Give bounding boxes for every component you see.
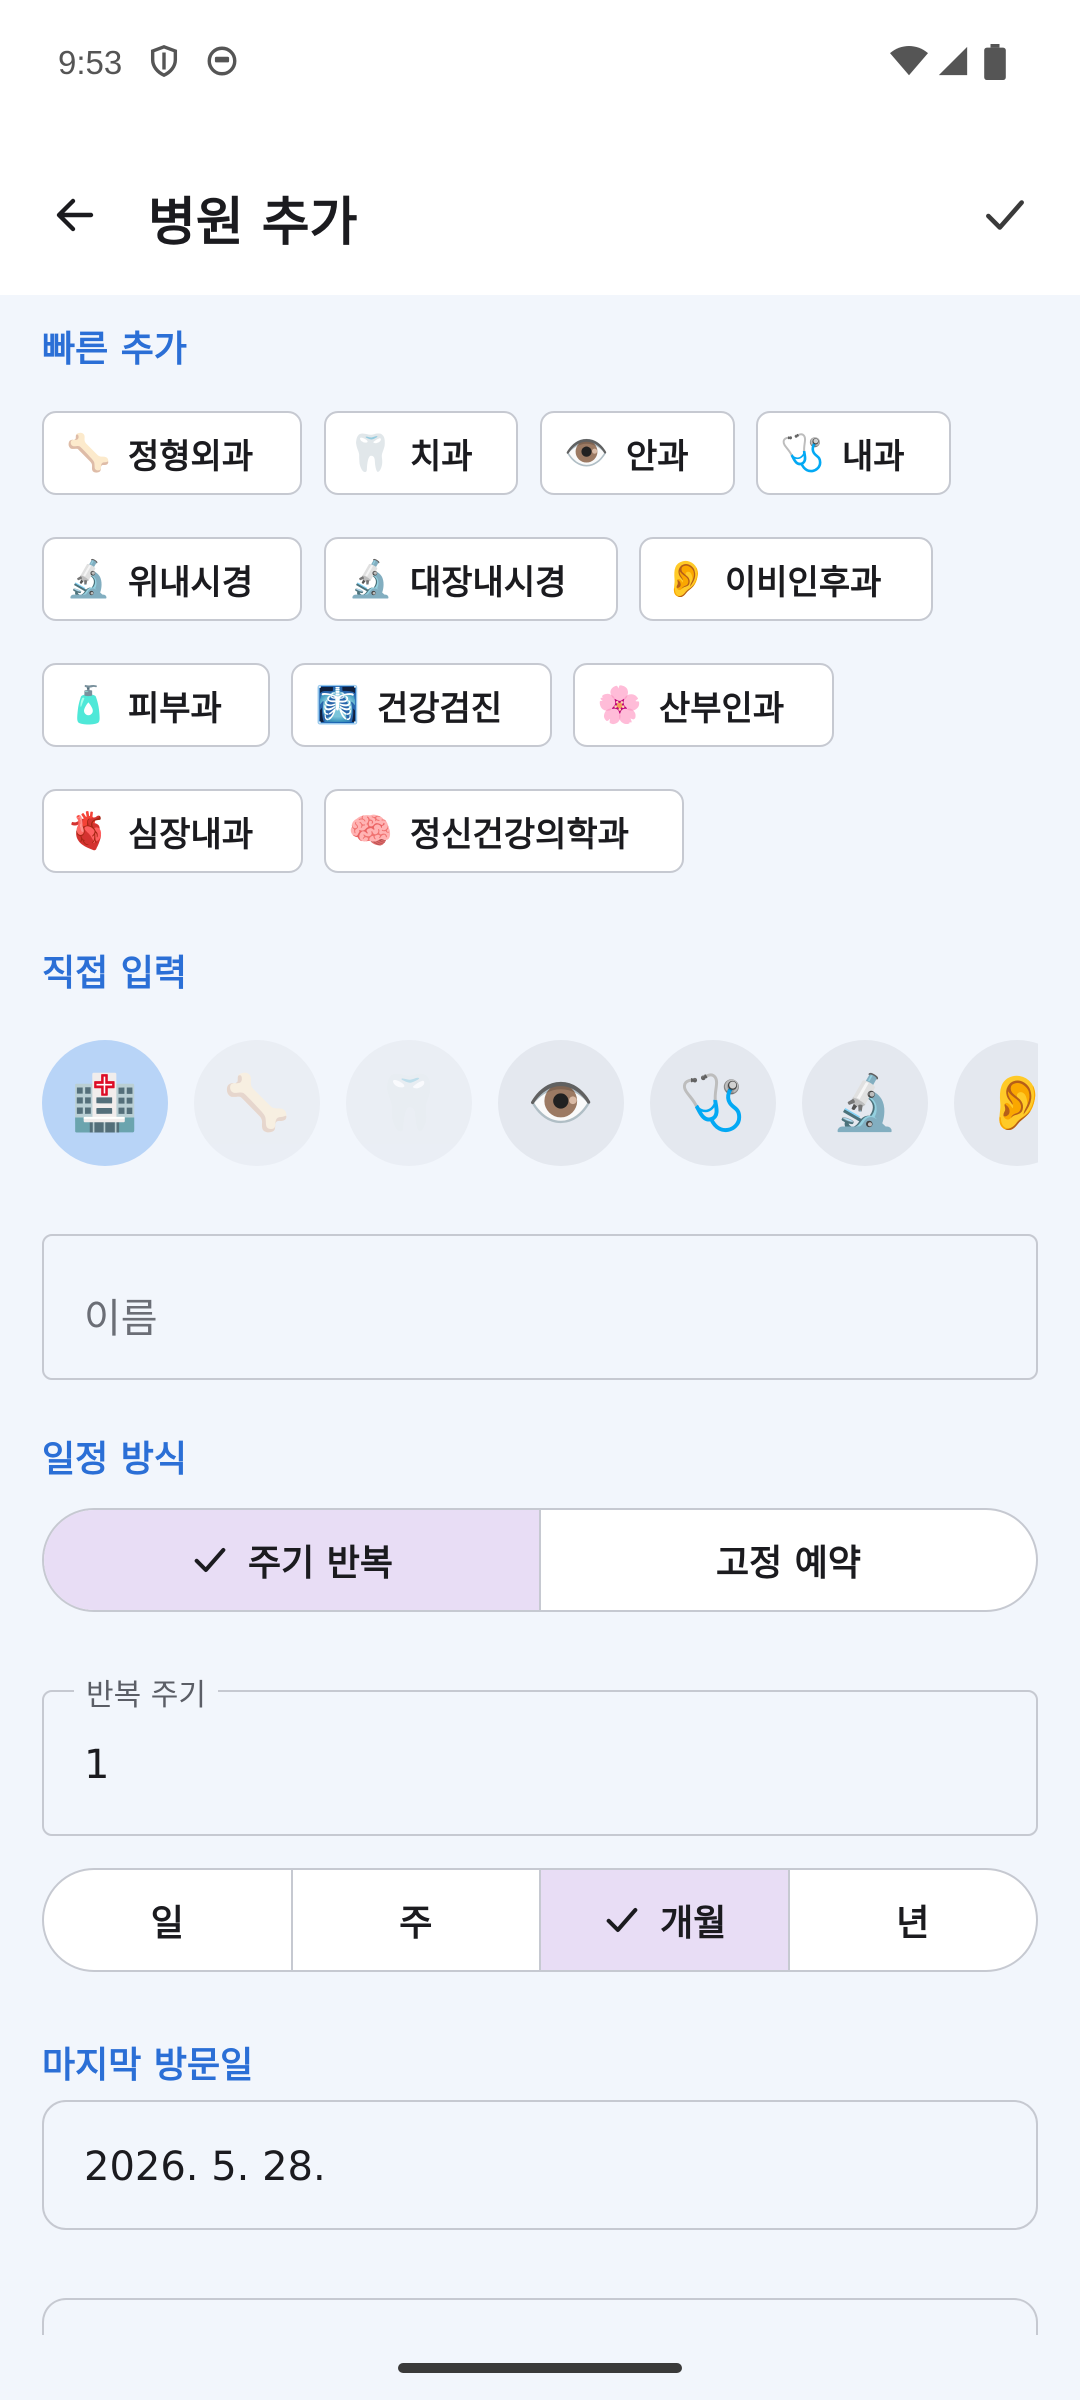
unit-toggle: 일 주 개월 년 <box>42 1868 1038 1972</box>
arrow-back-icon <box>56 198 94 232</box>
segment-month[interactable]: 개월 <box>541 1870 790 1970</box>
chip-colonoscopy[interactable]: 🔬 대장내시경 <box>324 537 618 621</box>
last-visit-date-field[interactable]: 2026. 5. 28. <box>42 2100 1038 2230</box>
gesture-handle[interactable] <box>398 2363 682 2373</box>
chip-obstetrics[interactable]: 🌸 산부인과 <box>573 663 834 747</box>
anatomical-heart-icon: 🫀 <box>66 811 111 852</box>
stethoscope-icon: 🩺 <box>780 433 825 474</box>
next-field-partial[interactable] <box>42 2298 1038 2338</box>
lotion-bottle-icon: 🧴 <box>66 685 111 726</box>
schedule-type-toggle: 주기 반복 고정 예약 <box>42 1508 1038 1612</box>
status-bar: 9:53 <box>0 0 1080 130</box>
tooth-icon[interactable]: 🦷 <box>346 1040 472 1166</box>
x-ray-icon: 🩻 <box>315 685 360 726</box>
check-icon <box>190 1540 230 1580</box>
chip-psychiatry[interactable]: 🧠 정신건강의학과 <box>324 789 684 873</box>
interval-field[interactable]: 반복 주기 1 <box>42 1670 1038 1836</box>
interval-label: 반복 주기 <box>74 1670 218 1714</box>
last-visit-value: 2026. 5. 28. <box>84 2144 326 2190</box>
segment-fixed[interactable]: 고정 예약 <box>541 1510 1036 1610</box>
chip-dermatology[interactable]: 🧴 피부과 <box>42 663 270 747</box>
check-icon <box>602 1900 642 1940</box>
battery-icon <box>984 44 1006 84</box>
page-title: 병원 추가 <box>148 193 358 253</box>
tooth-icon: 🦷 <box>348 433 393 474</box>
back-button[interactable] <box>40 180 110 250</box>
segment-periodic[interactable]: 주기 반복 <box>44 1510 541 1610</box>
chip-ent[interactable]: 👂 이비인후과 <box>639 537 933 621</box>
check-icon <box>986 200 1024 230</box>
chip-internal-medicine[interactable]: 🩺 내과 <box>756 411 951 495</box>
microscope-icon: 🔬 <box>348 559 393 600</box>
brain-icon: 🧠 <box>348 811 393 852</box>
segment-year[interactable]: 년 <box>790 1870 1037 1970</box>
bone-icon[interactable]: 🦴 <box>194 1040 320 1166</box>
chip-ophthalmology[interactable]: 👁️ 안과 <box>540 411 735 495</box>
microscope-icon: 🔬 <box>66 559 111 600</box>
cellular-signal-icon <box>936 44 970 82</box>
chip-health-checkup[interactable]: 🩻 건강검진 <box>291 663 552 747</box>
icon-picker[interactable]: 🏥 🦴 🦷 👁️ 🩺 🔬 👂 <box>42 1040 1038 1166</box>
ear-icon: 👂 <box>663 559 708 600</box>
chip-gastroscopy[interactable]: 🔬 위내시경 <box>42 537 302 621</box>
microscope-icon[interactable]: 🔬 <box>802 1040 928 1166</box>
schedule-label: 일정 방식 <box>42 1439 188 1480</box>
wifi-icon <box>890 44 928 82</box>
face-notification-icon <box>205 44 239 82</box>
segment-week[interactable]: 주 <box>293 1870 541 1970</box>
name-field[interactable]: 이름 <box>42 1234 1038 1380</box>
status-time: 9:53 <box>58 44 123 81</box>
ear-icon[interactable]: 👂 <box>954 1040 1038 1166</box>
chip-dental[interactable]: 🦷 치과 <box>324 411 518 495</box>
save-button[interactable] <box>970 180 1040 250</box>
app-bar: 병원 추가 <box>0 130 1080 295</box>
hospital-icon[interactable]: 🏥 <box>42 1040 168 1166</box>
last-visit-label: 마지막 방문일 <box>42 2045 254 2086</box>
chip-cardiology[interactable]: 🫀 심장내과 <box>42 789 303 873</box>
shield-icon <box>147 44 181 82</box>
eye-icon[interactable]: 👁️ <box>498 1040 624 1166</box>
bone-icon: 🦴 <box>66 433 111 474</box>
name-placeholder: 이름 <box>84 1296 158 1342</box>
chip-orthopedics[interactable]: 🦴 정형외과 <box>42 411 302 495</box>
eye-icon: 👁️ <box>564 433 609 474</box>
direct-input-label: 직접 입력 <box>42 953 188 994</box>
interval-value: 1 <box>84 1742 110 1788</box>
cherry-blossom-icon: 🌸 <box>597 685 642 726</box>
segment-day[interactable]: 일 <box>44 1870 293 1970</box>
quick-add-label: 빠른 추가 <box>42 329 188 370</box>
stethoscope-icon[interactable]: 🩺 <box>650 1040 776 1166</box>
